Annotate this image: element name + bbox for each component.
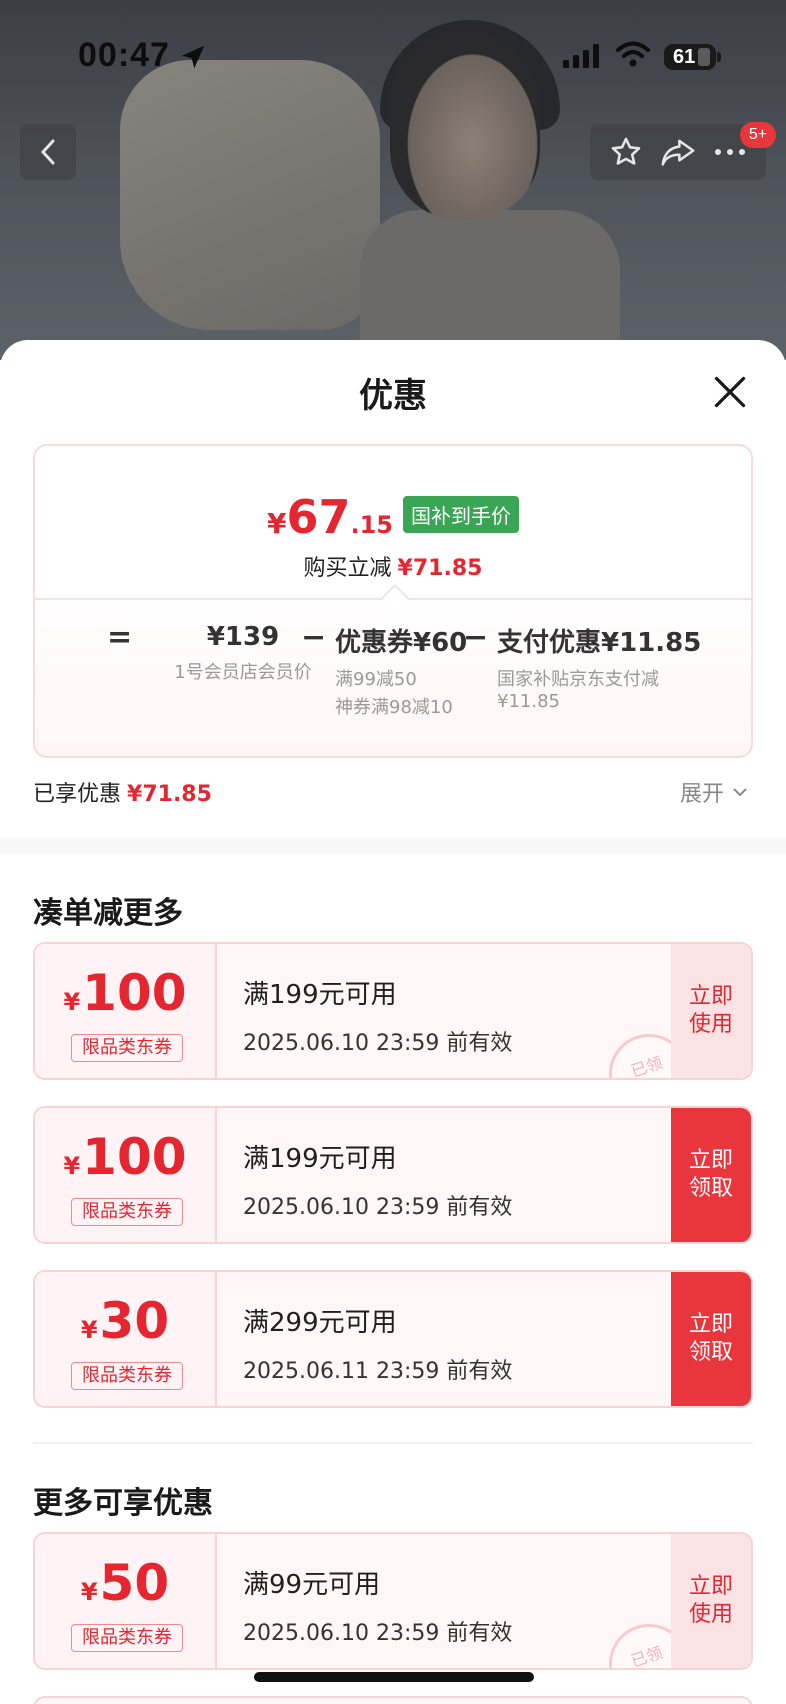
base-price-desc: 1号会员店会员价 (174, 662, 312, 683)
expand-button[interactable]: 展开 (680, 776, 748, 808)
claim-now-button[interactable]: 立即 领取 (671, 1108, 751, 1242)
claim-now-button[interactable]: 立即 领取 (671, 1272, 751, 1406)
action-line-2: 使用 (688, 1602, 733, 1627)
minus-sign: − (463, 620, 489, 655)
coupon-amount-panel: ¥50 限品类东券 (35, 1534, 217, 1668)
instant-discount-value: ¥71.85 (397, 556, 483, 581)
notification-badge: 5+ (740, 122, 776, 148)
section-separator (0, 838, 786, 854)
discount-sheet: 优惠 ¥ 67 .15 国补到手价 购买立减 ¥71.85 = ¥139 1号会员… (0, 340, 786, 1704)
divider (33, 1442, 753, 1444)
coupon-condition: 满99元可用 (243, 1570, 381, 1600)
coupon-currency: ¥ (63, 988, 81, 1016)
battery-level: 61 (673, 46, 696, 68)
coupon-amount: 100 (82, 964, 187, 1022)
wifi-icon (616, 41, 650, 67)
coupon-validity: 2025.06.10 23:59 前有效 (243, 1031, 513, 1056)
coupon-currency: ¥ (63, 1152, 81, 1180)
coupon-validity: 2025.06.10 23:59 前有效 (243, 1195, 513, 1220)
status-bar: 00:47 61 (0, 0, 786, 120)
star-icon[interactable] (609, 135, 643, 169)
coupon-amount: 50 (99, 1554, 170, 1612)
action-line-2: 领取 (688, 1340, 733, 1365)
instant-discount-label: 购买立减 (303, 556, 392, 581)
action-line-2: 领取 (688, 1176, 733, 1201)
status-time: 00:47 (78, 36, 170, 74)
currency-symbol: ¥ (266, 507, 287, 540)
coupon-type: 限品类东券 (71, 1034, 183, 1062)
coupon-card: ¥100 限品类东券 满199元可用 2025.06.10 23:59 前有效 … (33, 942, 753, 1080)
minus-sign: − (301, 620, 327, 655)
instant-discount: 购买立减 ¥71.85 (35, 550, 751, 582)
coupon-amount-panel: ¥30 限品类东券 (35, 1272, 217, 1406)
coupon-discount: 优惠券¥60 (335, 628, 468, 658)
final-price-dec: .15 (350, 511, 393, 539)
coupon-validity: 2025.06.10 23:59 前有效 (243, 1621, 513, 1646)
price-breakdown-card: ¥ 67 .15 国补到手价 购买立减 ¥71.85 = ¥139 1号会员店会员… (33, 444, 753, 758)
cellular-signal-icon (563, 44, 599, 68)
payment-discount: 支付优惠¥11.85 (497, 628, 702, 658)
enjoyed-value: ¥71.85 (127, 782, 212, 807)
coupon-card: ¥100 限品类东券 满199元可用 2025.06.10 23:59 前有效 … (33, 1106, 753, 1244)
coupon-currency: ¥ (80, 1316, 98, 1344)
use-now-button[interactable]: 立即 使用 (671, 1534, 751, 1668)
action-line-1: 立即 (688, 1574, 733, 1599)
more-icon[interactable] (713, 147, 747, 157)
coupon-card: ¥30 限品类东券 满299元可用 2025.06.11 23:59 前有效 立… (33, 1270, 753, 1408)
coupon-amount-panel: ¥100 限品类东券 (35, 944, 217, 1078)
action-line-1: 立即 (688, 1148, 733, 1173)
coupon-validity: 2025.06.11 23:59 前有效 (243, 1359, 513, 1384)
enjoyed-label: 已享优惠 (33, 782, 122, 807)
section-title-bundle: 凑单减更多 (33, 896, 183, 931)
coupon-condition: 满199元可用 (243, 980, 397, 1010)
subsidy-price-tag: 国补到手价 (403, 495, 519, 533)
final-price-int: 67 (286, 490, 351, 544)
equals-sign: = (107, 620, 133, 655)
sheet-title: 优惠 (359, 376, 427, 416)
coupon-type: 限品类东券 (71, 1198, 183, 1226)
coupon-card: ¥50 限品类东券 满99元可用 2025.06.10 23:59 前有效 已领… (33, 1532, 753, 1670)
coupon-condition: 满299元可用 (243, 1308, 397, 1338)
action-line-1: 立即 (688, 1312, 733, 1337)
divider-notch (380, 583, 410, 613)
battery-icon: 61 (664, 44, 721, 70)
coupon-amount: 30 (99, 1292, 170, 1350)
coupon-desc-1: 满99减50 (335, 669, 417, 690)
coupon-condition: 满199元可用 (243, 1144, 397, 1174)
expand-label: 展开 (680, 782, 725, 807)
coupon-card-partial (33, 1696, 753, 1704)
chevron-down-icon (733, 788, 747, 797)
action-line-1: 立即 (688, 984, 733, 1009)
coupon-type: 限品类东券 (71, 1624, 183, 1652)
home-indicator[interactable] (254, 1672, 534, 1682)
coupon-currency: ¥ (80, 1578, 98, 1606)
coupon-amount-panel: ¥100 限品类东券 (35, 1108, 217, 1242)
enjoyed-discount: 已享优惠 ¥71.85 (33, 776, 212, 808)
back-button[interactable] (20, 124, 76, 180)
section-title-more-offers: 更多可享优惠 (33, 1486, 213, 1521)
location-arrow-icon (181, 45, 205, 69)
share-icon[interactable] (660, 135, 696, 169)
use-now-button[interactable]: 立即 使用 (671, 944, 751, 1078)
chevron-left-icon (40, 139, 55, 165)
breakdown-row: = ¥139 1号会员店会员价 − 优惠券¥60 满99减50 神券满98减10… (35, 616, 751, 746)
final-price: ¥ 67 .15 国补到手价 (35, 490, 751, 544)
close-icon[interactable] (712, 374, 748, 410)
action-line-2: 使用 (688, 1012, 733, 1037)
coupon-desc-2: 神券满98减10 (335, 697, 453, 718)
coupon-type: 限品类东券 (71, 1362, 183, 1390)
coupon-amount: 100 (82, 1128, 187, 1186)
